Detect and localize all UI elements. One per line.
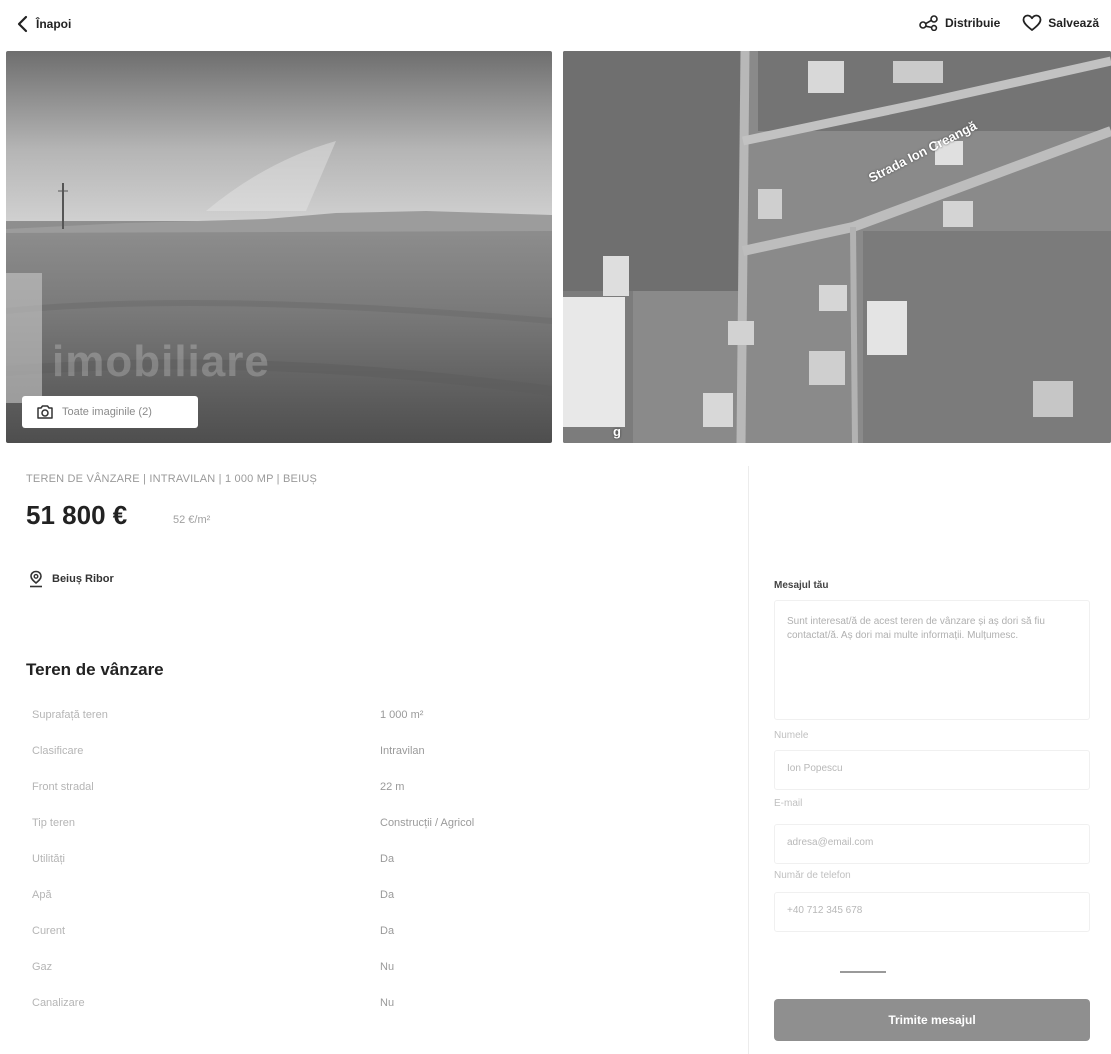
email-field[interactable]: adresa@email.com — [774, 824, 1090, 864]
email-label: E-mail — [774, 798, 803, 809]
share-icon — [919, 15, 938, 31]
send-message-button[interactable]: Trimite mesajul — [774, 999, 1090, 1041]
spec-row: Apă Da — [26, 883, 626, 919]
phone-label: Număr de telefon — [774, 870, 851, 881]
spec-row: Tip teren Construcții / Agricol — [26, 811, 626, 847]
spec-row: Suprafață teren 1 000 m² — [26, 703, 626, 739]
spec-value: 1 000 m² — [380, 709, 424, 721]
column-divider — [748, 466, 749, 1054]
location-pin-icon — [30, 570, 42, 588]
spec-value: Da — [380, 853, 395, 865]
spec-label: Utilități — [32, 853, 66, 865]
phone-field[interactable]: +40 712 345 678 — [774, 892, 1090, 932]
specs-table: Suprafață teren 1 000 m² Clasificare Int… — [26, 703, 626, 1027]
section-title: Teren de vânzare — [26, 660, 164, 679]
spec-value: Da — [380, 925, 395, 937]
all-images-label: Toate imaginile (2) — [62, 406, 152, 418]
top-bar: Înapoi Distribuie Salvează — [0, 0, 1111, 50]
watermark: imobiliare — [52, 337, 270, 386]
save-button[interactable]: Salvează — [1022, 14, 1099, 32]
spec-label: Clasificare — [32, 745, 84, 757]
share-label: Distribuie — [944, 16, 1001, 30]
spec-row: Front stradal 22 m — [26, 775, 626, 811]
spec-label: Tip teren — [32, 817, 76, 829]
all-images-button[interactable]: Toate imaginile (2) — [22, 396, 198, 428]
map-view[interactable] — [563, 51, 1111, 443]
location-label: Beiuș Ribor — [52, 573, 114, 585]
spec-label: Curent — [32, 925, 66, 937]
spec-row: Curent Da — [26, 919, 626, 955]
chevron-left-icon — [17, 15, 28, 33]
spec-label: Suprafață teren — [32, 709, 108, 721]
share-button[interactable]: Distribuie — [919, 15, 1000, 31]
price-per-sqm: 52 €/m² — [173, 514, 211, 526]
spec-value: Nu — [380, 961, 395, 973]
satellite-map-image — [563, 51, 1111, 443]
spec-row: Utilități Da — [26, 847, 626, 883]
listing-breadcrumb: TEREN DE VÂNZARE | INTRAVILAN | 1 000 MP… — [26, 473, 318, 485]
spec-label: Apă — [32, 889, 52, 901]
main-photo[interactable]: imobiliare — [6, 51, 552, 443]
save-label: Salvează — [1048, 16, 1099, 30]
back-label: Înapoi — [36, 17, 72, 31]
message-textarea[interactable]: Sunt interesat/ă de acest teren de vânza… — [774, 600, 1090, 720]
listing-location[interactable]: Beiuș Ribor — [28, 570, 114, 588]
name-label: Numele — [774, 730, 809, 741]
spec-row: Clasificare Intravilan — [26, 739, 626, 775]
spec-label: Canalizare — [32, 997, 85, 1009]
back-button[interactable]: Înapoi — [16, 14, 71, 34]
listing-price: 51 800 € — [26, 500, 128, 530]
spec-label: Gaz — [32, 961, 53, 973]
spec-value: Nu — [380, 997, 395, 1009]
spec-row: Gaz Nu — [26, 955, 626, 991]
spec-value: Intravilan — [380, 745, 425, 757]
spec-value: Da — [380, 889, 395, 901]
consent-underline — [840, 971, 886, 973]
name-field[interactable]: Ion Popescu — [774, 750, 1090, 790]
message-label: Mesajul tău — [774, 580, 829, 591]
spec-label: Front stradal — [32, 781, 94, 793]
map-provider-logo: g — [613, 424, 621, 439]
heart-icon — [1022, 14, 1042, 31]
spec-value: 22 m — [380, 781, 405, 793]
spec-row: Canalizare Nu — [26, 991, 626, 1027]
spec-value: Construcții / Agricol — [380, 817, 475, 829]
camera-icon — [37, 405, 53, 419]
